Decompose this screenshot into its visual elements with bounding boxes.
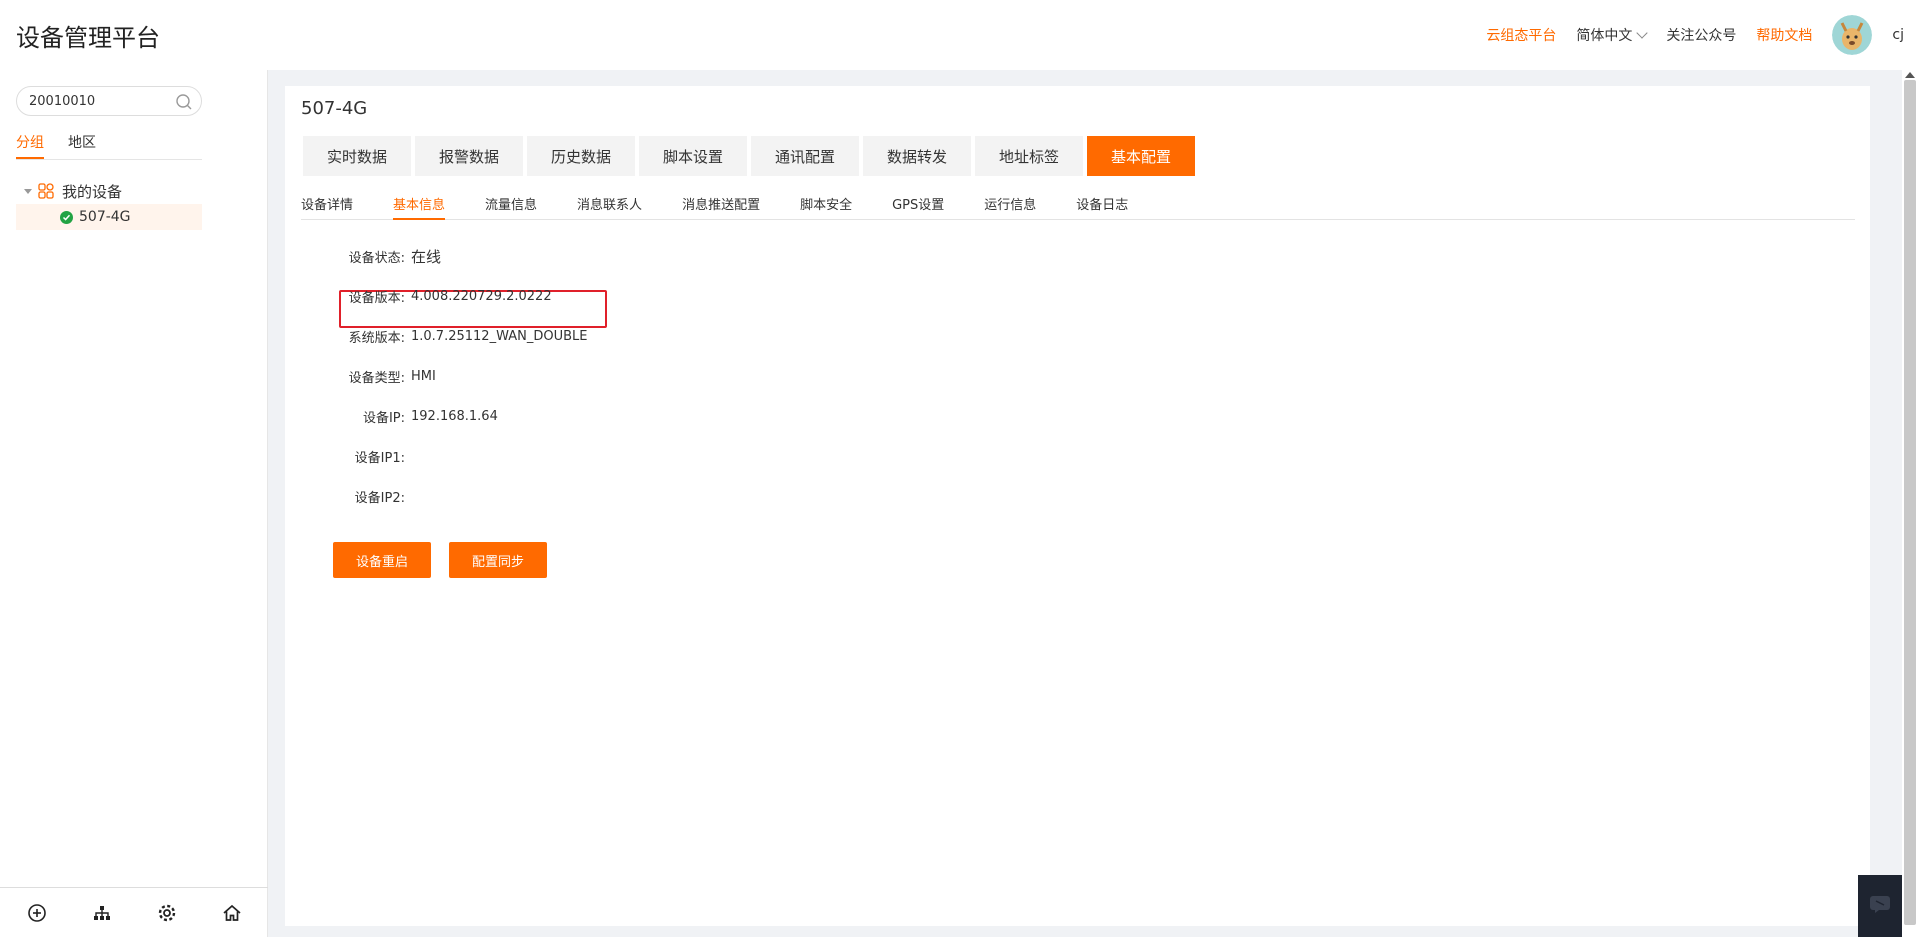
tab-basic-config[interactable]: 基本配置 [1087, 136, 1195, 176]
user-name[interactable]: cj [1892, 27, 1904, 43]
chat-icon [1868, 894, 1892, 918]
info-label: 设备IP: [362, 410, 405, 426]
home-icon[interactable] [222, 903, 242, 923]
search-box [16, 86, 202, 116]
subtab-script-security[interactable]: 脚本安全 [800, 186, 852, 220]
info-row-version: 设备版本: 4.008.220729.2.0222 [285, 276, 587, 316]
info-row-ip2: 设备IP2: [285, 476, 587, 516]
caret-down-icon[interactable] [24, 188, 32, 194]
info-value: 192.168.1.64 [411, 408, 498, 424]
info-label: 设备版本: [348, 290, 405, 306]
info-row-ip1: 设备IP1: [285, 436, 587, 476]
info-label: 设备IP1: [354, 450, 405, 466]
search-input[interactable] [27, 92, 167, 110]
tab-alarm-data[interactable]: 报警数据 [415, 136, 523, 176]
tab-region[interactable]: 地区 [68, 132, 96, 159]
header-actions: 云组态平台 简体中文 关注公众号 帮助文档 cj [1486, 15, 1904, 55]
main-panel: 507-4G 实时数据 报警数据 历史数据 脚本设置 通讯配置 数据转发 地址标… [285, 86, 1870, 926]
subtab-run-info[interactable]: 运行信息 [984, 186, 1036, 220]
info-label: 设备类型: [348, 370, 405, 386]
subtab-gps-settings[interactable]: GPS设置 [892, 186, 944, 220]
tree-group-label: 我的设备 [62, 182, 123, 201]
subtab-device-log[interactable]: 设备日志 [1076, 186, 1128, 220]
tree-device-row[interactable]: 507-4G [16, 204, 202, 230]
chevron-down-icon [1636, 27, 1649, 39]
online-check-icon [60, 210, 73, 224]
tab-data-forward[interactable]: 数据转发 [863, 136, 971, 176]
app-title: 设备管理平台 [16, 23, 160, 52]
chat-widget[interactable] [1858, 875, 1902, 937]
info-value: 1.0.7.25112_WAN_DOUBLE [411, 328, 588, 344]
subtab-basic-info[interactable]: 基本信息 [393, 186, 446, 220]
device-tree: 我的设备 507-4G [16, 178, 202, 230]
subtab-push-config[interactable]: 消息推送配置 [682, 186, 760, 220]
follow-account-link[interactable]: 关注公众号 [1666, 25, 1736, 45]
scroll-thumb[interactable] [1904, 80, 1916, 925]
hierarchy-icon[interactable] [92, 903, 112, 923]
sub-tabs: 设备详情 基本信息 流量信息 消息联系人 消息推送配置 脚本安全 GPS设置 运… [301, 186, 1855, 220]
help-docs-link[interactable]: 帮助文档 [1756, 25, 1812, 45]
subtab-device-details[interactable]: 设备详情 [301, 186, 353, 220]
subtab-traffic-info[interactable]: 流量信息 [485, 186, 537, 220]
page-scrollbar[interactable] [1902, 70, 1920, 937]
tab-group[interactable]: 分组 [16, 132, 44, 159]
basic-info-list: 设备状态: 在线 设备版本: 4.008.220729.2.0222 系统版本:… [285, 236, 588, 516]
tab-address-tags[interactable]: 地址标签 [975, 136, 1083, 176]
search-icon[interactable] [175, 93, 193, 115]
info-value: 在线 [411, 247, 442, 266]
info-value: 4.008.220729.2.0222 [411, 288, 552, 304]
tab-history-data[interactable]: 历史数据 [527, 136, 635, 176]
info-label: 系统版本: [348, 330, 405, 346]
sidebar-bottom-toolbar [0, 887, 268, 937]
device-title: 507-4G [301, 98, 368, 119]
gear-icon[interactable] [157, 903, 177, 923]
add-icon[interactable] [27, 903, 47, 923]
info-row-type: 设备类型: HMI [285, 356, 587, 396]
info-label: 设备状态: [348, 250, 405, 266]
avatar[interactable] [1832, 15, 1873, 55]
sync-config-button[interactable]: 配置同步 [449, 542, 547, 578]
info-row-ip: 设备IP: 192.168.1.64 [285, 396, 587, 436]
main-tabs: 实时数据 报警数据 历史数据 脚本设置 通讯配置 数据转发 地址标签 基本配置 [303, 136, 1195, 176]
cloud-platform-link[interactable]: 云组态平台 [1486, 25, 1556, 45]
tree-group-row[interactable]: 我的设备 [16, 178, 202, 204]
sidebar: 分组 地区 我的设备 507-4G [0, 70, 268, 937]
sidebar-tabs: 分组 地区 [16, 132, 202, 160]
language-selector[interactable]: 简体中文 [1576, 25, 1649, 45]
scroll-up-arrow-icon[interactable] [1905, 72, 1915, 78]
language-label: 简体中文 [1576, 28, 1633, 44]
tab-script-settings[interactable]: 脚本设置 [639, 136, 747, 176]
info-label: 设备IP2: [354, 490, 405, 506]
action-buttons: 设备重启 配置同步 [333, 542, 547, 578]
subtab-message-contacts[interactable]: 消息联系人 [577, 186, 642, 220]
tab-realtime-data[interactable]: 实时数据 [303, 136, 411, 176]
group-icon [38, 183, 54, 199]
restart-device-button[interactable]: 设备重启 [333, 542, 431, 578]
tree-device-label: 507-4G [79, 209, 131, 225]
info-row-system-version: 系统版本: 1.0.7.25112_WAN_DOUBLE [285, 316, 588, 356]
tab-comm-config[interactable]: 通讯配置 [751, 136, 859, 176]
header: 设备管理平台 云组态平台 简体中文 关注公众号 帮助文档 cj [0, 0, 1920, 70]
info-row-status: 设备状态: 在线 [285, 236, 587, 276]
info-value: HMI [411, 368, 436, 384]
